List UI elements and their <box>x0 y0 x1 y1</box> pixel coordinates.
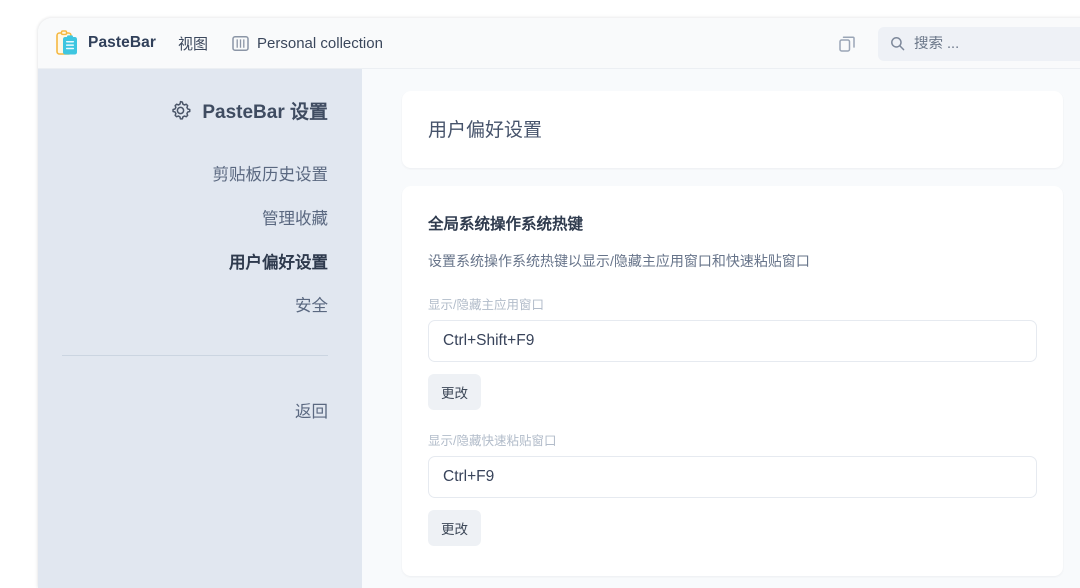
collection-selector[interactable]: Personal collection <box>232 35 383 52</box>
sidebar-item-user-preferences[interactable]: 用户偏好设置 <box>62 242 328 286</box>
brand-name: PasteBar <box>88 34 157 51</box>
main-content: 用户偏好设置 全局系统操作系统热键 设置系统操作系统热键以显示/隐藏主应用窗口和… <box>362 69 1080 588</box>
section-title: 全局系统操作系统热键 <box>428 216 584 233</box>
menu-item-view[interactable]: 视图 <box>178 33 208 54</box>
hotkey-input-quick-paste[interactable] <box>428 455 1037 498</box>
sidebar: PasteBar 设置 剪贴板历史设置 管理收藏 用户偏好设置 安全 返回 <box>38 69 362 588</box>
page-title: 用户偏好设置 <box>428 120 543 141</box>
top-bar: PasteBar 视图 Personal collection 搜索 ... <box>38 18 1080 69</box>
change-hotkey-main-window-button[interactable]: 更改 <box>428 373 481 410</box>
hotkey-label: 显示/隐藏主应用窗口 <box>428 297 544 312</box>
sidebar-item-clipboard-history[interactable]: 剪贴板历史设置 <box>62 154 329 198</box>
hotkey-input-main-window[interactable] <box>428 319 1037 362</box>
hotkey-field-quick-paste: 显示/隐藏快速粘贴窗口 更改 <box>428 430 1037 546</box>
hotkey-label: 显示/隐藏快速粘贴窗口 <box>428 433 557 448</box>
hotkey-field-main-window: 显示/隐藏主应用窗口 更改 <box>428 294 1037 410</box>
back-link[interactable]: 返回 <box>62 356 328 422</box>
body: PasteBar 设置 剪贴板历史设置 管理收藏 用户偏好设置 安全 返回 用户… <box>38 69 1080 588</box>
copy-panels-icon[interactable] <box>830 27 864 61</box>
hotkeys-settings-card: 全局系统操作系统热键 设置系统操作系统热键以显示/隐藏主应用窗口和快速粘贴窗口 … <box>402 186 1063 576</box>
brand[interactable]: PasteBar <box>56 30 156 56</box>
section-description: 设置系统操作系统热键以显示/隐藏主应用窗口和快速粘贴窗口 <box>428 253 810 269</box>
gear-icon <box>170 100 191 121</box>
search-box[interactable]: / <box>878 26 1080 61</box>
board-columns-icon <box>232 35 249 52</box>
clipboard-icon <box>56 30 78 56</box>
sidebar-heading: PasteBar 设置 <box>62 97 328 124</box>
search-icon <box>890 36 905 51</box>
app-window: PasteBar 视图 Personal collection 搜索 ... P… <box>38 18 1080 588</box>
sidebar-item-manage-collections[interactable]: 管理收藏 <box>62 198 328 242</box>
top-bar-right: / <box>830 18 1080 69</box>
collection-name: Personal collection <box>257 34 383 52</box>
sidebar-item-security[interactable]: 安全 <box>62 285 328 329</box>
search-input[interactable] <box>914 35 1073 52</box>
change-hotkey-quick-paste-button[interactable]: 更改 <box>428 509 481 546</box>
sidebar-heading-label: PasteBar 设置 <box>202 102 328 123</box>
page-header-card: 用户偏好设置 <box>402 91 1063 168</box>
